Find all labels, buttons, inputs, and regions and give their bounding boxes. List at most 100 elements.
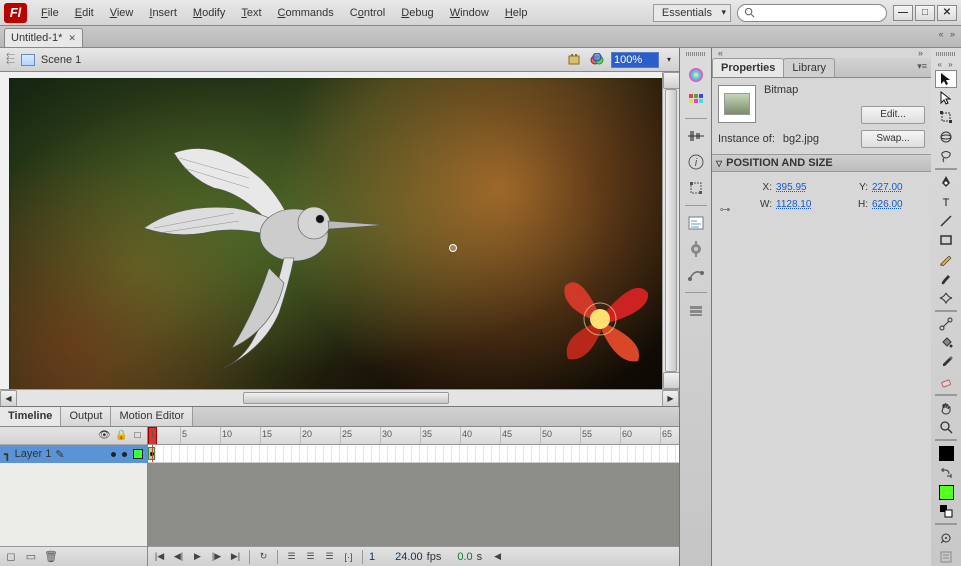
timeline-scroll-left[interactable]: ◀: [490, 550, 505, 564]
black-white-icon[interactable]: [935, 502, 957, 520]
onion-outline-button[interactable]: ☰: [303, 550, 318, 564]
options-icon[interactable]: [935, 548, 957, 566]
stage-bitmap-flower[interactable]: [540, 261, 660, 371]
expand-panels-icon[interactable]: « »: [938, 29, 957, 39]
loop-button[interactable]: ↻: [256, 550, 271, 564]
zoom-tool[interactable]: [935, 418, 957, 436]
stage-bitmap-bird[interactable]: [124, 133, 384, 373]
tab-library[interactable]: Library: [783, 58, 835, 77]
bone-tool[interactable]: [935, 315, 957, 333]
menu-debug[interactable]: Debug: [393, 4, 441, 22]
goto-last-button[interactable]: ▶|: [228, 550, 243, 564]
link-dimensions-icon[interactable]: ⊶: [718, 202, 732, 216]
tools-grip[interactable]: [936, 52, 956, 56]
maximize-button[interactable]: □: [915, 5, 935, 21]
search-input[interactable]: [737, 4, 887, 22]
tab-timeline[interactable]: Timeline: [0, 407, 61, 426]
frames-pane[interactable]: 15101520253035404550556065707580 |◀ ◀| ▶…: [148, 427, 679, 566]
rectangle-tool[interactable]: [935, 231, 957, 249]
layer-name[interactable]: Layer 1: [15, 448, 52, 460]
components-panel-icon[interactable]: [685, 238, 707, 260]
frame-ruler[interactable]: 15101520253035404550556065707580: [148, 427, 679, 445]
zoom-field[interactable]: 100%: [611, 52, 659, 68]
scroll-right-icon[interactable]: ▶: [662, 390, 679, 406]
3d-rotation-tool[interactable]: [935, 127, 957, 145]
menu-insert[interactable]: Insert: [141, 4, 185, 22]
edit-multi-button[interactable]: ☰: [322, 550, 337, 564]
tab-output[interactable]: Output: [61, 407, 111, 426]
layer-lock-dot[interactable]: [122, 452, 127, 457]
project-panel-icon[interactable]: [685, 299, 707, 321]
lock-header-icon[interactable]: 🔒: [115, 430, 126, 441]
position-size-section[interactable]: ▽POSITION AND SIZE: [712, 154, 931, 172]
swap-colors-icon[interactable]: [935, 464, 957, 482]
brush-tool[interactable]: [935, 269, 957, 287]
align-panel-icon[interactable]: [685, 125, 707, 147]
scroll-down-icon[interactable]: ▼: [663, 372, 679, 389]
transform-pivot-icon[interactable]: [449, 244, 457, 252]
stage[interactable]: ▲ ▼ ◀ ▶: [0, 72, 679, 406]
goto-first-button[interactable]: |◀: [152, 550, 167, 564]
minimize-button[interactable]: —: [893, 5, 913, 21]
close-tab-icon[interactable]: ✕: [68, 33, 76, 44]
document-tab[interactable]: Untitled-1* ✕: [4, 28, 83, 47]
menu-view[interactable]: View: [102, 4, 142, 22]
current-frame-value[interactable]: 1: [369, 551, 375, 563]
scene-label[interactable]: Scene 1: [41, 54, 81, 66]
menu-text[interactable]: Text: [233, 4, 269, 22]
stage-hscrollbar[interactable]: ◀ ▶: [0, 389, 679, 406]
layer-frames[interactable]: [148, 445, 679, 463]
edit-scene-icon[interactable]: [567, 52, 583, 68]
panel-expand-icon[interactable]: »: [918, 48, 925, 58]
free-transform-tool[interactable]: [935, 108, 957, 126]
panel-menu-icon[interactable]: ▾≡: [917, 61, 927, 72]
step-back-button[interactable]: ◀|: [171, 550, 186, 564]
close-button[interactable]: ✕: [937, 5, 957, 21]
menu-help[interactable]: Help: [497, 4, 536, 22]
eyedropper-tool[interactable]: [935, 353, 957, 371]
text-tool[interactable]: T: [935, 192, 957, 210]
layer-row[interactable]: ┓ Layer 1 ✎: [0, 445, 147, 463]
tab-motion-editor[interactable]: Motion Editor: [111, 407, 193, 426]
layer-visible-dot[interactable]: [111, 452, 116, 457]
scroll-left-icon[interactable]: ◀: [0, 390, 17, 406]
transform-panel-icon[interactable]: [685, 177, 707, 199]
pen-tool[interactable]: [935, 173, 957, 191]
layer-outline-swatch[interactable]: [133, 449, 143, 459]
stroke-color-swatch[interactable]: [935, 444, 957, 462]
tab-properties[interactable]: Properties: [712, 58, 784, 77]
onion-skin-button[interactable]: ☰: [284, 550, 299, 564]
menu-edit[interactable]: Edit: [67, 4, 102, 22]
tools-expand-icon[interactable]: « »: [937, 60, 954, 69]
scroll-up-icon[interactable]: ▲: [663, 72, 679, 89]
back-arrow-icon[interactable]: ⬱: [6, 53, 15, 66]
menu-file[interactable]: File: [33, 4, 67, 22]
panel-collapse-icon[interactable]: «: [718, 48, 725, 58]
h-value[interactable]: 626.00: [872, 199, 932, 210]
new-folder-button[interactable]: ▭: [24, 550, 38, 564]
snap-to-objects-icon[interactable]: [935, 528, 957, 546]
lasso-tool[interactable]: [935, 147, 957, 165]
menu-control[interactable]: Control: [342, 4, 393, 22]
outline-header-icon[interactable]: □: [132, 430, 143, 441]
code-snippets-icon[interactable]: [685, 212, 707, 234]
x-value[interactable]: 395.95: [776, 182, 836, 193]
workspace-dropdown[interactable]: Essentials: [653, 4, 731, 22]
color-panel-icon[interactable]: [685, 64, 707, 86]
swap-button[interactable]: Swap...: [861, 130, 925, 148]
onion-markers-button[interactable]: [·]: [341, 550, 356, 564]
line-tool[interactable]: [935, 211, 957, 229]
menu-commands[interactable]: Commands: [270, 4, 342, 22]
step-fwd-button[interactable]: |▶: [209, 550, 224, 564]
eraser-tool[interactable]: [935, 373, 957, 391]
y-value[interactable]: 227.00: [872, 182, 932, 193]
subselection-tool[interactable]: [935, 89, 957, 107]
pencil-tool[interactable]: [935, 250, 957, 268]
new-layer-button[interactable]: ◻: [4, 550, 18, 564]
stage-vscrollbar[interactable]: ▲ ▼: [662, 72, 679, 389]
canvas[interactable]: [9, 78, 665, 396]
w-value[interactable]: 1128.10: [776, 199, 836, 210]
deco-tool[interactable]: [935, 289, 957, 307]
play-button[interactable]: ▶: [190, 550, 205, 564]
delete-layer-button[interactable]: 🗑: [44, 550, 58, 564]
